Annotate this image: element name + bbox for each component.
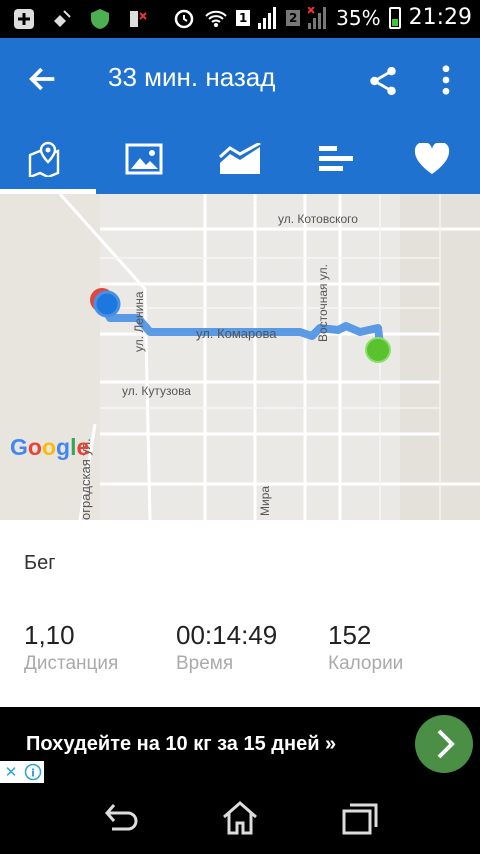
signal-icon [258, 6, 277, 29]
chart-icon [219, 143, 261, 174]
system-nav-bar [0, 783, 480, 854]
app-notification-icon [130, 11, 147, 27]
signal-off-icon [308, 6, 327, 29]
ad-go-button[interactable] [415, 715, 473, 773]
battery-percent: 35% [336, 5, 381, 30]
info-icon: i [24, 763, 42, 781]
map-view[interactable]: ул. Котовского Восточная ул. ул. Ленина … [0, 194, 480, 520]
satellite-icon [54, 10, 71, 27]
distance-label: Дистанция [24, 653, 119, 674]
alarm-icon [174, 9, 194, 28]
map-icon [28, 141, 60, 177]
ad-close-button[interactable]: ✕ [0, 761, 22, 783]
stat-time: 00:14:49 Время [176, 620, 277, 675]
time-value: 00:14:49 [176, 620, 278, 650]
workout-details: Бег 1,10 Дистанция 00:14:49 Время 152 Ка… [0, 520, 480, 707]
recents-icon[interactable] [340, 799, 380, 837]
tab-heart[interactable] [384, 124, 480, 194]
time-label: Время [176, 653, 234, 674]
chevron-right-icon [437, 729, 455, 759]
page-title: 33 мин. назад [108, 62, 276, 92]
calories-label: Калории [328, 653, 404, 674]
ad-banner[interactable]: Похудейте на 10 кг за 15 дней » ✕ i [0, 707, 480, 783]
more-vert-icon[interactable] [432, 62, 460, 98]
stat-calories: 152 Калории [328, 620, 403, 675]
nav-back-icon[interactable] [100, 799, 140, 837]
tab-chart[interactable] [192, 124, 288, 194]
arrow-left-icon[interactable] [26, 62, 60, 96]
calories-value: 152 [328, 620, 372, 650]
share-icon[interactable] [366, 64, 400, 98]
battery-icon [388, 6, 401, 29]
heart-icon [414, 143, 450, 174]
tab-photos[interactable] [96, 124, 192, 194]
wifi-icon [205, 10, 227, 27]
ad-text[interactable]: Похудейте на 10 кг за 15 дней » [26, 733, 336, 756]
tab-map[interactable] [0, 124, 96, 194]
clock: 21:29 [408, 5, 472, 30]
ad-info-button[interactable]: i [22, 761, 44, 783]
route-markers [90, 288, 391, 363]
tab-splits[interactable] [288, 124, 384, 194]
distance-value: 1,10 [24, 620, 75, 650]
status-bar: 1 2 35% 21:29 [0, 0, 480, 38]
photo-icon [125, 143, 163, 175]
app-bar: 33 мин. назад [0, 38, 480, 124]
bars-icon [319, 146, 353, 171]
sim1-badge: 1 [236, 9, 251, 26]
home-icon[interactable] [220, 799, 260, 837]
stat-distance: 1,10 Дистанция [24, 620, 118, 675]
tab-bar [0, 124, 480, 194]
google-logo: Google [10, 434, 90, 460]
sim2-badge: 2 [286, 9, 301, 26]
activity-type: Бег [24, 552, 56, 574]
svg-text:i: i [31, 767, 35, 780]
plus-icon [14, 9, 34, 29]
current-position-marker [93, 290, 121, 318]
start-marker [365, 337, 391, 363]
shield-icon [91, 9, 109, 29]
